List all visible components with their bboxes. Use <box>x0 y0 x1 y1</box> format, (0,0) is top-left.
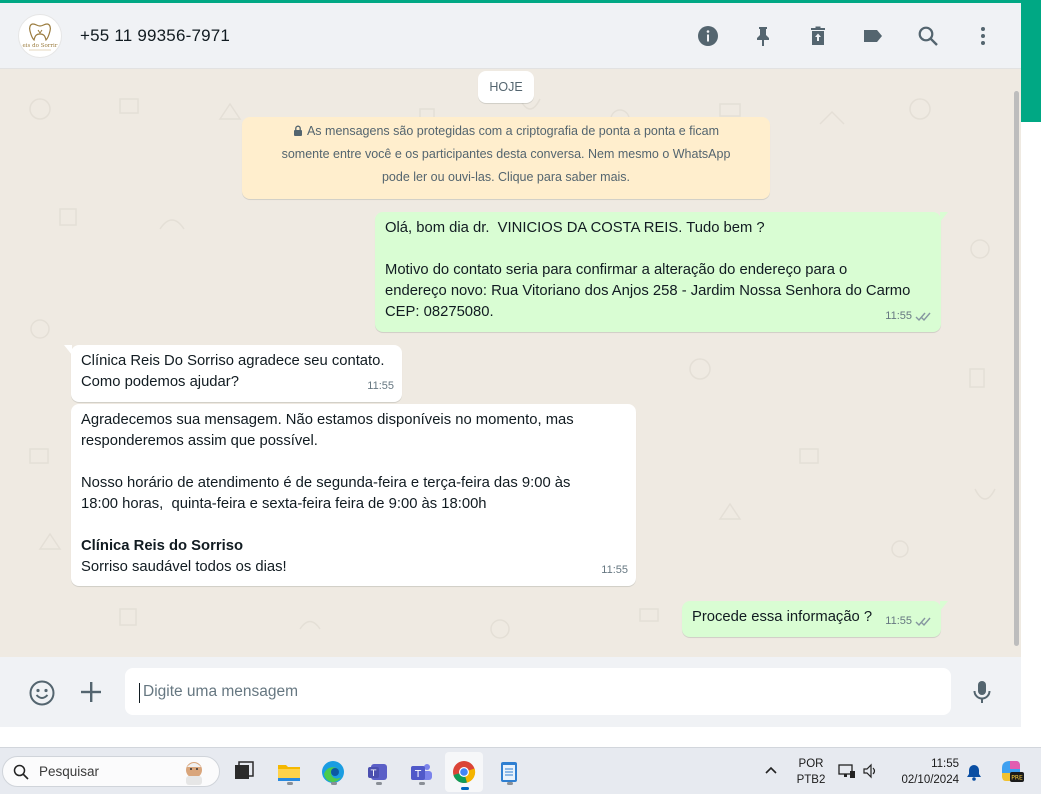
task-view-icon[interactable] <box>229 757 259 787</box>
clock-time: 11:55 <box>931 758 959 770</box>
message-text-line: Motivo do contato seria para confirmar a… <box>385 262 848 278</box>
volume-icon[interactable] <box>862 762 880 780</box>
window-right-accent <box>1021 0 1041 122</box>
message-text-line: Agradecemos sua mensagem. Não estamos di… <box>81 412 574 428</box>
emoji-icon[interactable] <box>28 679 56 707</box>
date-chip: HOJE <box>478 71 534 103</box>
taskbar-search[interactable]: Pesquisar <box>2 756 220 787</box>
input-language[interactable]: POR PTB2 <box>795 756 827 788</box>
running-indicator <box>507 782 513 785</box>
message-input[interactable] <box>125 668 951 715</box>
message-bold-line: Clínica Reis do Sorriso <box>81 538 243 554</box>
attach-plus-icon[interactable] <box>79 680 103 704</box>
window-bottom-gap <box>0 727 1041 747</box>
delete-chat-icon[interactable] <box>806 24 830 48</box>
edge-browser-icon[interactable] <box>318 757 348 787</box>
search-highlight-icon <box>186 762 202 785</box>
search-placeholder: Pesquisar <box>39 764 100 779</box>
outgoing-message[interactable]: Procede essa informação ? 11:55 <box>682 601 948 637</box>
tray-overflow-chevron-icon[interactable] <box>764 764 778 776</box>
chrome-browser-icon[interactable] <box>445 752 483 792</box>
bubble-tail <box>940 601 948 611</box>
header-actions <box>665 3 995 69</box>
running-indicator <box>376 782 382 785</box>
svg-text:T: T <box>414 769 422 780</box>
chat-header: eis do Sorrir +55 11 99356-7971 <box>0 3 1021 69</box>
message-time: 11:55 <box>885 615 912 627</box>
text-caret <box>139 683 140 703</box>
chat-area[interactable]: HOJE As mensagens são protegidas com a c… <box>0 69 1021 657</box>
read-ticks-icon <box>915 617 931 627</box>
chat-scrollbar-thumb[interactable] <box>1014 91 1019 646</box>
search-icon[interactable] <box>916 24 940 48</box>
message-text-line: Sorriso saudável todos os dias! <box>81 559 287 575</box>
keyboard-layout: PTB2 <box>796 774 826 786</box>
running-indicator <box>419 782 425 785</box>
encryption-notice-line-2: somente entre você e os participantes de… <box>281 147 731 161</box>
lock-icon <box>293 125 302 136</box>
message-time: 11:55 <box>367 380 394 392</box>
message-text-line: CEP: 08275080. <box>385 304 494 320</box>
bubble-tail <box>940 212 948 222</box>
notification-bell-icon[interactable] <box>966 763 982 781</box>
contact-name[interactable]: +55 11 99356-7971 <box>80 26 230 46</box>
message-meta: 11:55 <box>367 376 394 397</box>
windows-taskbar: Pesquisar T T POR PTB2 11:55 02/10/2024 … <box>0 747 1041 794</box>
read-ticks-icon <box>915 312 931 322</box>
system-clock[interactable]: 11:55 02/10/2024 <box>893 756 959 788</box>
message-text-line: Olá, bom dia dr. VINICIOS DA COSTA REIS.… <box>385 220 765 236</box>
search-icon <box>13 764 29 780</box>
message-time: 11:55 <box>601 564 628 576</box>
clinic-logo-icon: eis do Sorrir <box>23 22 58 50</box>
file-explorer-icon[interactable] <box>274 757 304 787</box>
incoming-message[interactable]: Agradecemos sua mensagem. Não estamos di… <box>71 404 636 586</box>
svg-text:T: T <box>370 769 377 779</box>
message-meta: 11:55 <box>601 560 628 581</box>
teams-icon[interactable]: T <box>363 757 393 787</box>
message-text-line: 18:00 horas, quinta-feira e sexta-feira … <box>81 496 487 512</box>
clock-date: 02/10/2024 <box>901 774 959 786</box>
svg-text:PRE: PRE <box>1011 775 1023 782</box>
encryption-notice-line-3: pode ler ou ouvi-las. Clique para saber … <box>381 170 631 184</box>
message-meta: 11:55 <box>885 611 933 632</box>
label-icon[interactable] <box>861 24 885 48</box>
outgoing-message[interactable]: Olá, bom dia dr. VINICIOS DA COSTA REIS.… <box>375 212 948 332</box>
bubble-tail <box>64 345 72 355</box>
active-indicator <box>461 787 469 790</box>
message-text-line: Nosso horário de atendimento é de segund… <box>81 475 571 491</box>
language-code: POR <box>798 758 824 770</box>
encryption-notice[interactable]: As mensagens são protegidas com a cripto… <box>242 117 770 199</box>
notepad-icon[interactable] <box>494 757 524 787</box>
chat-scrollbar[interactable] <box>1013 69 1021 657</box>
message-text-line: responderemos assim que possível. <box>81 433 318 449</box>
incoming-message[interactable]: Clínica Reis Do Sorriso agradece seu con… <box>64 345 402 402</box>
message-time: 11:55 <box>885 310 912 322</box>
info-icon[interactable] <box>696 24 720 48</box>
running-indicator <box>287 782 293 785</box>
pin-icon[interactable] <box>751 24 775 48</box>
microphone-icon[interactable] <box>970 679 994 705</box>
running-indicator <box>331 782 337 785</box>
message-text-line: endereço novo: Rua Vitoriano dos Anjos 2… <box>385 283 911 299</box>
copilot-icon[interactable]: PRE <box>998 758 1024 784</box>
teams-work-icon[interactable]: T <box>406 757 436 787</box>
message-meta: 11:55 <box>885 306 933 327</box>
message-text-line: Clínica Reis Do Sorriso agradece seu con… <box>81 353 385 369</box>
menu-icon[interactable] <box>971 24 995 48</box>
message-composer <box>0 657 1021 727</box>
message-text-line: Como podemos ajudar? <box>81 374 239 390</box>
encryption-notice-line-1: As mensagens são protegidas com a cripto… <box>293 124 719 138</box>
avatar[interactable]: eis do Sorrir <box>18 13 62 58</box>
svg-text:eis do Sorrir: eis do Sorrir <box>23 43 58 49</box>
network-icon[interactable] <box>838 762 856 780</box>
